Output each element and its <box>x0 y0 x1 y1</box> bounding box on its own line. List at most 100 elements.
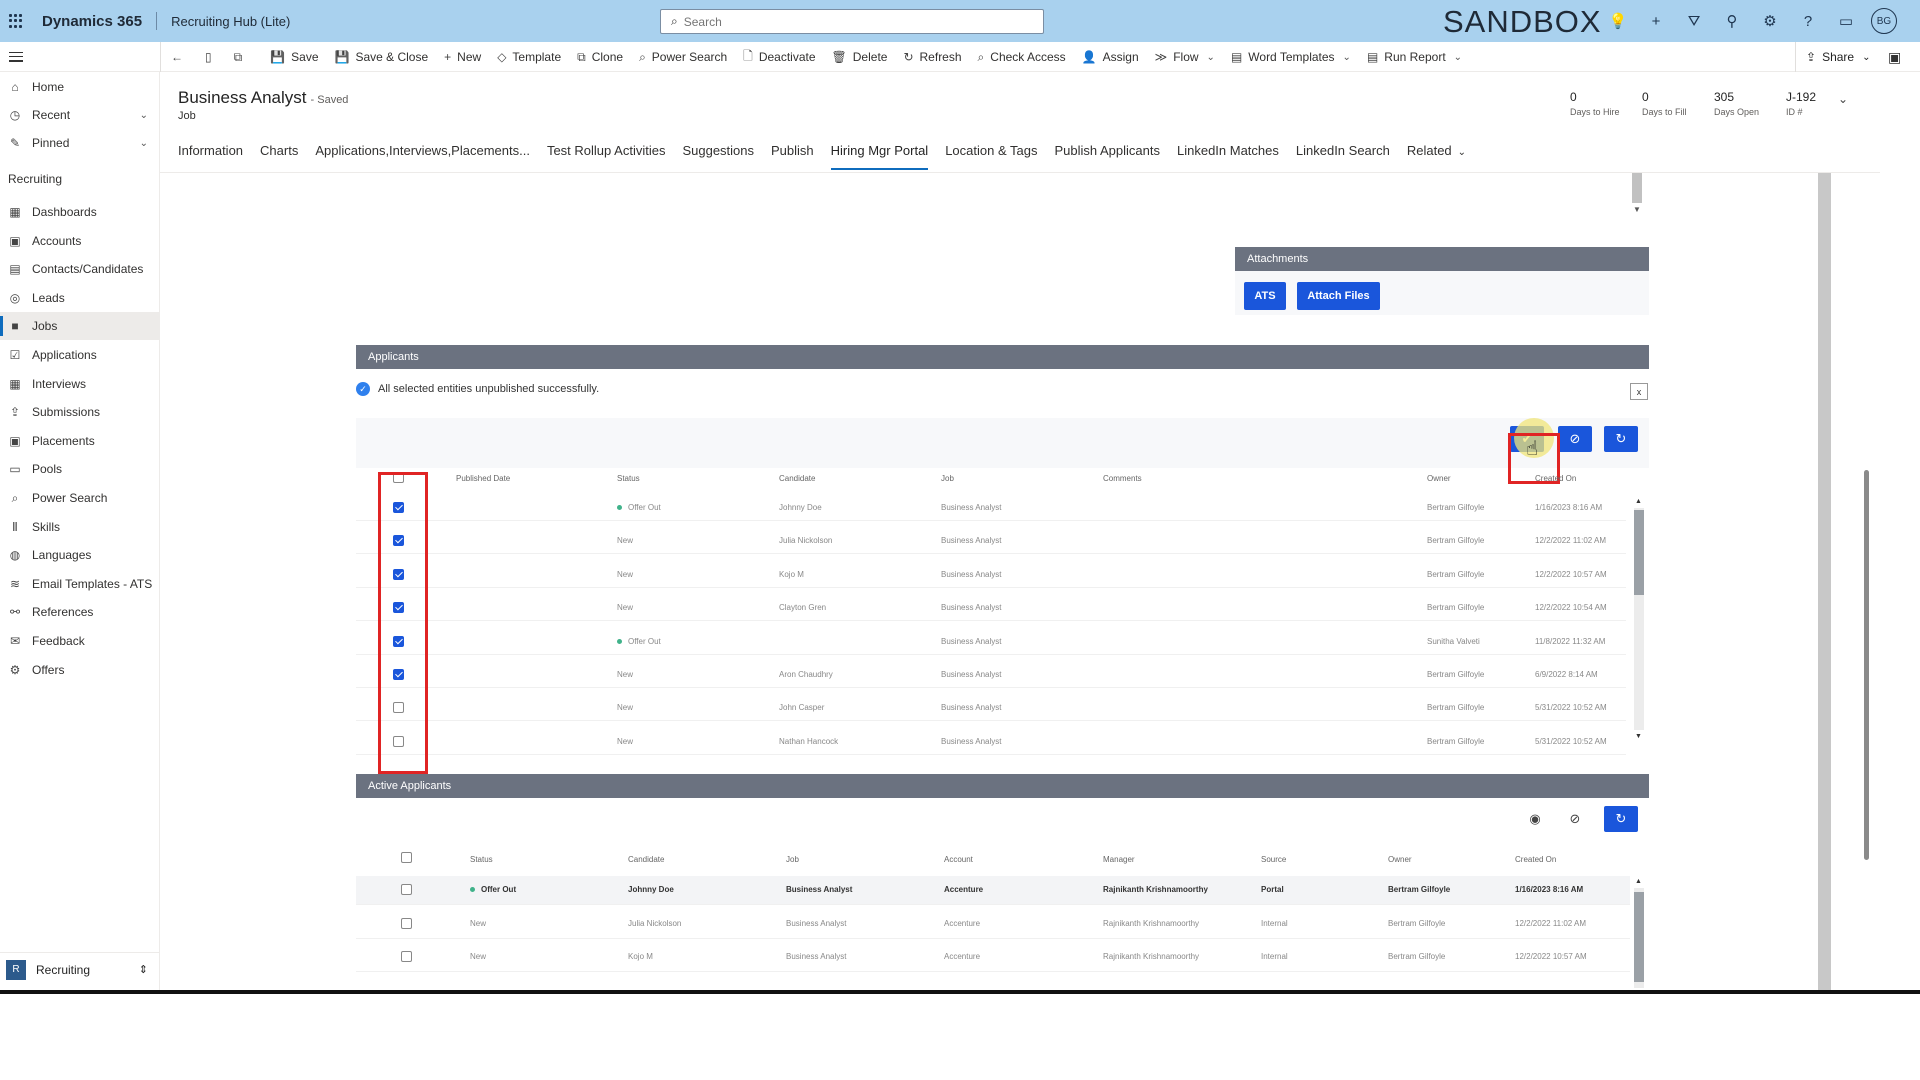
candidate-cell[interactable]: John Casper <box>779 703 824 712</box>
table-row[interactable] <box>356 553 1626 555</box>
app-launcher-button[interactable] <box>0 0 32 42</box>
sidebar-item-home[interactable]: ⌂ Home <box>0 73 160 101</box>
sidebar-item-power-search[interactable]: ⌕ Power Search <box>0 484 160 512</box>
sidebar-item-languages[interactable]: ◍ Languages <box>0 541 160 569</box>
table-row[interactable] <box>356 753 1626 755</box>
column-header[interactable]: Created On <box>1535 474 1576 483</box>
sidebar-item-contacts-candidates[interactable]: ▤ Contacts/Candidates <box>0 255 160 283</box>
candidate-cell[interactable]: Clayton Gren <box>779 603 826 612</box>
column-header[interactable]: Owner <box>1388 855 1412 864</box>
candidate-cell[interactable]: Nathan Hancock <box>779 737 838 746</box>
sidebar-item-references[interactable]: ⚯ References <box>0 598 160 626</box>
table-row[interactable] <box>356 904 1630 905</box>
scroll-down-arrow-icon[interactable]: ▼ <box>1635 733 1642 740</box>
sidebar-item-submissions[interactable]: ⇪ Submissions <box>0 398 160 426</box>
nav-1-button[interactable]: ▯ <box>205 50 218 64</box>
tab-hiring-mgr-portal[interactable]: Hiring Mgr Portal <box>830 140 928 172</box>
check-access-button[interactable]: ⌕ Check Access <box>978 50 1066 65</box>
publish-active-button[interactable]: ◉ <box>1518 806 1552 832</box>
share-button[interactable]: ⇪ Share ⌄ <box>1795 42 1870 72</box>
sidebar-item-dashboards[interactable]: ▦ Dashboards <box>0 198 160 226</box>
refresh-active-button[interactable]: ↻ <box>1604 806 1638 832</box>
row-checkbox[interactable] <box>401 951 412 962</box>
avatar[interactable]: BG <box>1871 8 1897 34</box>
assign-button[interactable]: 👤 Assign <box>1082 50 1139 64</box>
column-header[interactable]: Owner <box>1427 474 1451 483</box>
power-search-button[interactable]: ⌕ Power Search <box>639 50 727 65</box>
row-checkbox[interactable] <box>401 884 412 895</box>
table-row[interactable] <box>356 687 1626 688</box>
column-header[interactable]: Account <box>944 855 973 864</box>
sidebar-item-placements[interactable]: ▣ Placements <box>0 427 160 455</box>
select-all-checkbox[interactable] <box>401 852 412 863</box>
scroll-up-arrow-icon[interactable]: ▲ <box>1635 498 1642 505</box>
sidebar-item-accounts[interactable]: ▣ Accounts <box>0 227 160 255</box>
attach-files-button[interactable]: Attach Files <box>1297 282 1380 310</box>
column-header[interactable]: Candidate <box>779 474 815 483</box>
table-row[interactable] <box>356 971 1630 972</box>
deactivate-button[interactable]: 🗋 Deactivate <box>743 47 815 68</box>
table-row[interactable] <box>356 520 1626 521</box>
sidebar-item-offers[interactable]: ⚙ Offers <box>0 656 160 684</box>
chevron-down-icon[interactable]: ⌄ <box>140 138 148 149</box>
tab-linkedin-search[interactable]: LinkedIn Search <box>1296 140 1390 172</box>
refresh-applicants-button[interactable]: ↻ <box>1604 426 1638 452</box>
row-checkbox[interactable] <box>401 917 412 929</box>
refresh-button[interactable]: ↻ Refresh <box>903 50 961 64</box>
area-switcher[interactable]: R Recruiting ⇕ <box>0 952 160 986</box>
chevron-down-icon[interactable]: ⌄ <box>1838 92 1848 106</box>
sidebar-item-pools[interactable]: ▭ Pools <box>0 455 160 483</box>
column-header[interactable]: Source <box>1261 855 1286 864</box>
ats-button[interactable]: ATS <box>1244 282 1286 310</box>
column-header[interactable]: Candidate <box>628 855 664 864</box>
sidebar-item-jobs[interactable]: ■ Jobs <box>0 312 160 341</box>
column-header[interactable]: Status <box>617 474 640 483</box>
tab-test-rollup-activities[interactable]: Test Rollup Activities <box>547 140 666 172</box>
candidate-cell[interactable]: Johnny Doe <box>779 503 822 512</box>
scroll-down-arrow-icon[interactable]: ▼ <box>1633 205 1641 214</box>
table-row[interactable] <box>356 937 1630 939</box>
save-close-button[interactable]: 💾 Save & Close <box>335 50 429 64</box>
nav-0-button[interactable]: ← <box>171 50 189 64</box>
candidate-cell[interactable]: Johnny Doe <box>628 885 674 894</box>
table-row[interactable] <box>356 586 1626 588</box>
plus-icon[interactable]: + <box>1643 8 1669 34</box>
table-row[interactable] <box>356 653 1626 655</box>
sidebar-item-feedback[interactable]: ✉ Feedback <box>0 627 160 655</box>
active-scrollbar-thumb[interactable] <box>1634 892 1644 982</box>
gear-icon[interactable]: ⚙ <box>1757 8 1783 34</box>
search-input[interactable] <box>683 14 1024 29</box>
tab-suggestions[interactable]: Suggestions <box>682 140 754 172</box>
candidate-cell[interactable]: Julia Nickolson <box>779 536 832 545</box>
template-button[interactable]: ◇ Template <box>497 50 561 64</box>
sidebar-item-pinned[interactable]: ✎ Pinned ⌄ <box>0 129 160 157</box>
column-header[interactable]: Job <box>786 855 799 864</box>
word-templates-button[interactable]: ▤ Word Templates ⌄ <box>1231 50 1351 64</box>
tab-related[interactable]: Related ⌄ <box>1407 140 1466 172</box>
tab-location-tags[interactable]: Location & Tags <box>945 140 1037 172</box>
column-header[interactable]: Comments <box>1103 474 1142 483</box>
new-button[interactable]: + New <box>444 50 481 64</box>
applicants-scrollbar-thumb[interactable] <box>1634 510 1644 595</box>
candidate-cell[interactable]: Kojo M <box>628 952 653 961</box>
run-report-button[interactable]: ▤ Run Report ⌄ <box>1367 50 1462 64</box>
form-scrollbar[interactable] <box>1818 173 1831 991</box>
sidebar-item-skills[interactable]: Ⅱ Skills <box>0 513 160 541</box>
column-header[interactable]: Manager <box>1103 855 1135 864</box>
sidebar-item-applications[interactable]: ☑ Applications <box>0 341 160 369</box>
frame-scrollbar-thumb[interactable] <box>1632 173 1642 203</box>
sidebar-item-interviews[interactable]: ▦ Interviews <box>0 370 160 398</box>
candidate-cell[interactable]: Kojo M <box>779 570 804 579</box>
help-icon[interactable]: ? <box>1795 8 1821 34</box>
candidate-cell[interactable]: Julia Nickolson <box>628 919 681 928</box>
unpublish-button[interactable]: ⊘ <box>1558 426 1592 452</box>
tab-publish[interactable]: Publish <box>771 140 814 172</box>
column-header[interactable]: Created On <box>1515 855 1556 864</box>
table-row[interactable] <box>356 720 1626 722</box>
column-header[interactable]: Published Date <box>456 474 510 483</box>
tab-linkedin-matches[interactable]: LinkedIn Matches <box>1177 140 1279 172</box>
table-row[interactable] <box>356 620 1626 622</box>
copilot-icon[interactable]: ▣ <box>1888 49 1901 66</box>
global-search[interactable]: ⌕ <box>660 9 1044 34</box>
page-scrollbar[interactable] <box>1864 470 1869 860</box>
